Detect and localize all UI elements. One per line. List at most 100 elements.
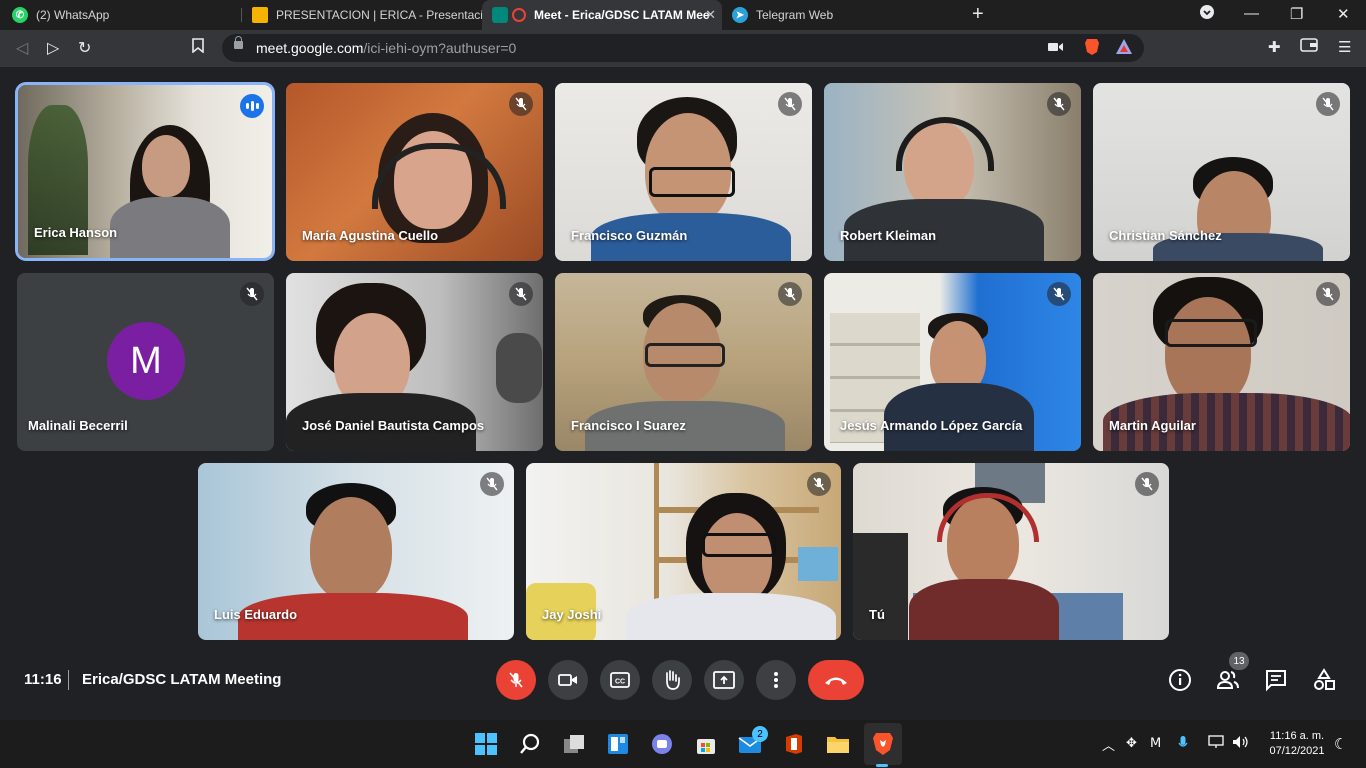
more-options-button[interactable] [756,660,796,700]
hand-icon [666,670,680,690]
captions-icon: CC [610,672,630,688]
participant-tile[interactable]: Jay Joshi [526,463,841,640]
divider [68,670,69,690]
avatar: M [107,322,185,400]
back-icon[interactable]: ◁ [16,38,28,58]
close-window-icon[interactable]: ✕ [1337,5,1350,23]
bookmark-icon[interactable] [192,38,204,58]
reload-icon[interactable]: ↻ [78,38,91,58]
microsoft-store-icon[interactable] [694,732,718,756]
people-icon [1216,671,1239,689]
brave-browser-icon[interactable] [871,732,895,756]
whatsapp-icon: ✆ [12,7,28,23]
raise-hand-button[interactable] [652,660,692,700]
recording-icon [512,8,526,22]
mic-off-icon [509,282,533,306]
show-everyone-button[interactable] [1216,668,1240,692]
close-tab-icon[interactable]: ✕ [705,7,716,23]
teams-chat-icon[interactable] [650,732,674,756]
microphone-in-use-icon[interactable] [1178,735,1188,754]
body-shape [884,383,1034,451]
slides-icon [252,7,268,23]
toggle-camera-button[interactable] [548,660,588,700]
new-tab-button[interactable]: + [972,3,984,26]
widgets-icon[interactable] [606,732,630,756]
address-bar[interactable]: meet.google.com/ici-iehi-oym?authuser=0 [222,34,1144,62]
task-view-icon[interactable] [562,732,586,756]
participant-tile[interactable]: María Agustina Cuello [286,83,543,261]
browser-tab-strip: ✆ (2) WhatsApp PRESENTACION | ERICA - Pr… [0,0,1366,30]
participant-tile[interactable]: Jesús Armando López García [824,273,1081,451]
meet-control-bar: 11:16 Erica/GDSC LATAM Meeting CC 13 [0,650,1366,710]
taskbar-clock[interactable]: 11:16 a. m. 07/12/2021 [1262,729,1332,759]
participant-name: Luis Eduardo [214,607,298,622]
brave-rewards-icon[interactable] [1116,39,1132,58]
meet-icon [492,7,508,23]
participant-name: José Daniel Bautista Campos [302,418,485,433]
meeting-title: Erica/GDSC LATAM Meeting [82,671,282,688]
brave-shields-icon[interactable] [1084,38,1100,60]
wallet-icon[interactable] [1300,38,1318,56]
telegram-icon: ➤ [732,7,748,23]
camera-in-use-icon[interactable] [1048,40,1064,57]
forward-icon[interactable]: ▷ [47,38,59,58]
network-icon[interactable] [1208,735,1224,752]
lock-icon [234,36,243,49]
chat-button[interactable] [1264,668,1288,692]
participant-name: Christian Sánchez [1109,228,1222,243]
participant-tile[interactable]: Francisco Guzmán [555,83,812,261]
restore-icon[interactable]: ❐ [1290,5,1303,23]
app-tray-icon[interactable]: Ⅿ [1150,735,1161,751]
body-shape [909,579,1059,640]
extensions-icon[interactable]: ✚ [1268,38,1281,56]
file-explorer-icon[interactable] [826,732,850,756]
participant-tile[interactable]: Erica Hanson [18,85,272,258]
participant-tile[interactable]: Christian Sánchez [1093,83,1350,261]
search-icon[interactable] [518,732,542,756]
tab-meet[interactable]: Meet - Erica/GDSC LATAM Mee ✕ [482,0,722,30]
participant-tile[interactable]: Robert Kleiman [824,83,1081,261]
show-hidden-icons[interactable]: ︿ [1102,735,1115,754]
leave-call-button[interactable] [808,660,864,700]
participant-tile[interactable]: Tú [853,463,1169,640]
participant-tile[interactable]: José Daniel Bautista Campos [286,273,543,451]
meeting-time: 11:16 [24,671,62,688]
clock-date: 07/12/2021 [1269,745,1325,757]
tab-presentacion[interactable]: PRESENTACION | ERICA - Presentacion [242,0,482,30]
mic-off-icon [480,472,504,496]
menu-icon[interactable]: ☰ [1338,38,1351,56]
participant-name: Malinali Becerril [28,418,128,433]
tab-search-icon[interactable] [1200,5,1214,23]
tab-telegram[interactable]: ➤ Telegram Web [722,0,962,30]
participant-tile[interactable]: M Malinali Becerril [17,273,274,451]
participant-tile[interactable]: Francisco I Suarez [555,273,812,451]
present-button[interactable] [704,660,744,700]
mail-badge: 2 [752,726,768,742]
glasses-shape [649,167,735,197]
glasses-shape [1165,319,1257,347]
participant-name: María Agustina Cuello [302,228,439,243]
mic-off-icon [1047,282,1071,306]
dropbox-icon[interactable]: ✥ [1126,735,1137,751]
participant-name: Erica Hanson [34,225,118,240]
captions-button[interactable]: CC [600,660,640,700]
mic-off-icon [1316,282,1340,306]
tab-whatsapp[interactable]: ✆ (2) WhatsApp [2,0,242,30]
participant-tile[interactable]: Luis Eduardo [198,463,514,640]
start-icon[interactable] [474,732,498,756]
body-shape [626,593,836,640]
tab-label: PRESENTACION | ERICA - Presentacion [276,8,482,22]
volume-icon[interactable] [1232,735,1250,752]
meeting-details-button[interactable] [1168,668,1192,692]
participant-name: Robert Kleiman [840,228,937,243]
chat-icon [1266,670,1286,692]
participant-tile[interactable]: Martin Aguilar [1093,273,1350,451]
activities-button[interactable] [1312,668,1336,692]
toggle-mic-button[interactable] [496,660,536,700]
office-icon[interactable] [782,732,806,756]
participant-name: Jay Joshi [542,607,602,622]
tab-label: (2) WhatsApp [36,8,110,22]
focus-assist-icon[interactable]: ☾ [1334,735,1347,753]
minimize-icon[interactable]: — [1244,5,1259,22]
windows-taskbar: 2 ︿ ✥ Ⅿ 11:16 a. m. 07/12/2021 ☾ [0,720,1366,768]
